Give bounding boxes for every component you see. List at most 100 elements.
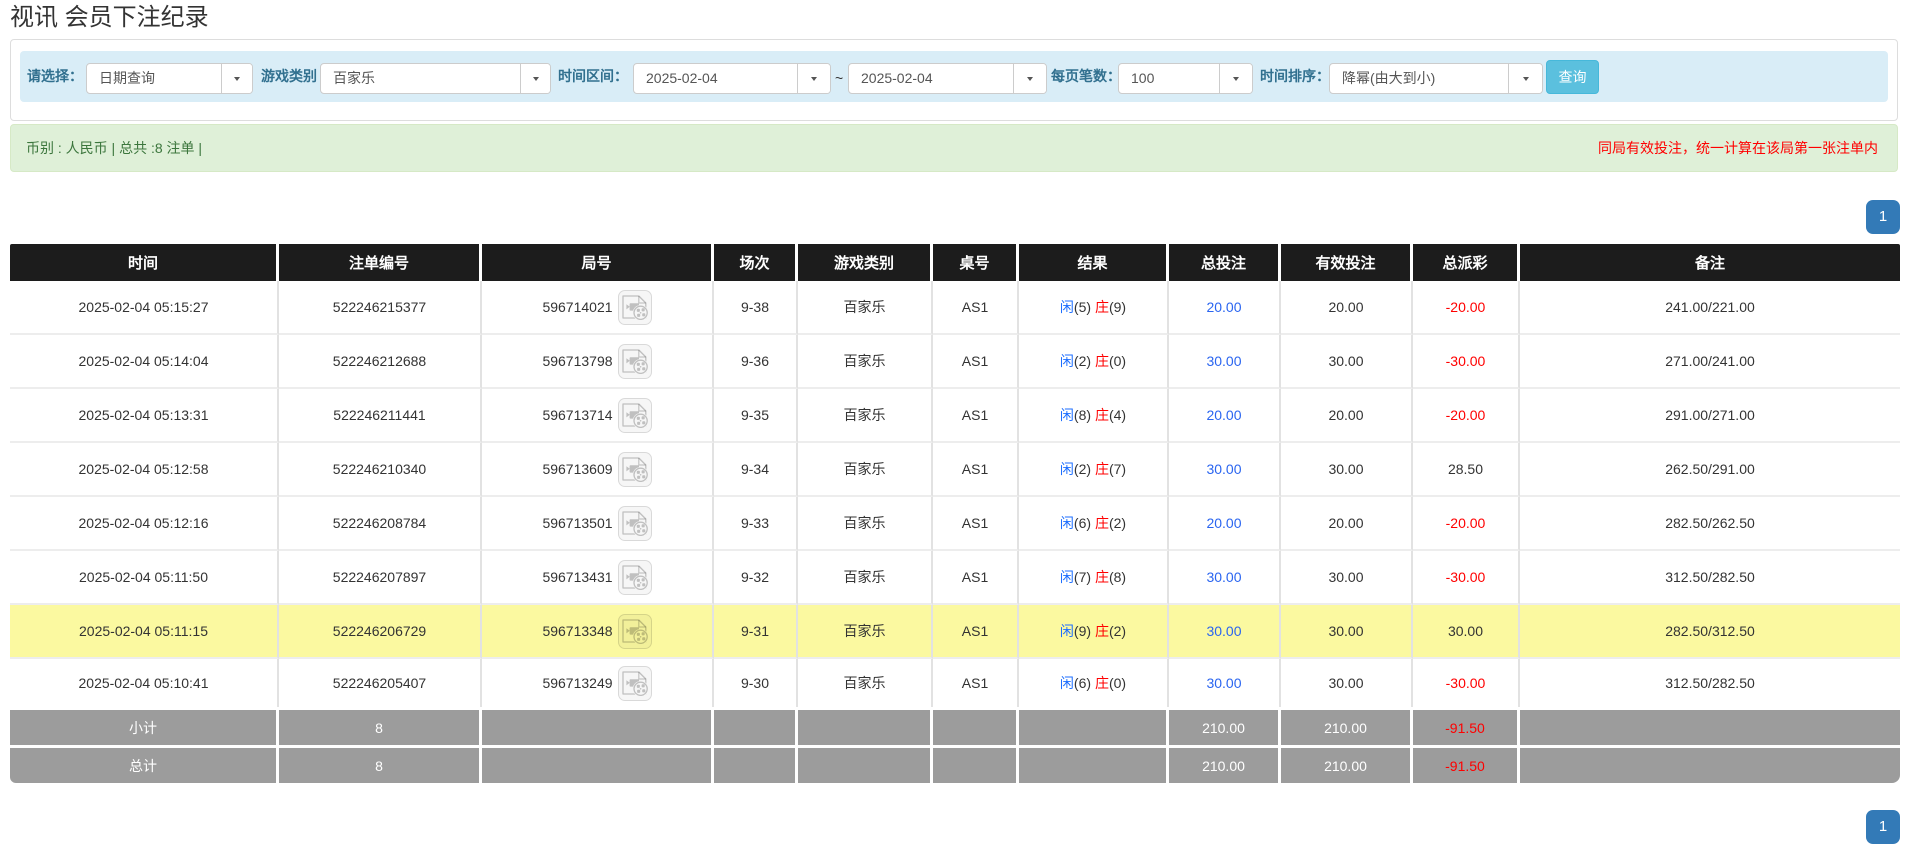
cell-remark: 262.50/291.00 [1520, 443, 1900, 497]
cell-table: AS1 [933, 443, 1019, 497]
footer-valid-bet: 210.00 [1281, 745, 1413, 783]
result-player: 闲 [1060, 515, 1074, 531]
video-file-icon [622, 511, 648, 536]
date-to-value: 2025-02-04 [849, 64, 1013, 93]
table-row: 2025-02-04 05:11:15 522246206729 5967133… [10, 605, 1900, 659]
cell-total-bet[interactable]: 30.00 [1169, 605, 1281, 659]
cell-total-bet[interactable]: 30.00 [1169, 443, 1281, 497]
round-id-value: 596713249 [542, 675, 612, 691]
cell-time: 2025-02-04 05:11:15 [10, 605, 279, 659]
round-id-value: 596713431 [542, 569, 612, 585]
game-type-combobox[interactable]: 百家乐 [320, 63, 551, 94]
cell-session: 9-34 [714, 443, 798, 497]
table-row: 2025-02-04 05:15:27 522246215377 5967140… [10, 281, 1900, 335]
cell-valid-bet: 30.00 [1281, 659, 1413, 707]
page-size-combobox[interactable]: 100 [1118, 63, 1253, 94]
cell-result: 闲(6) 庄(2) [1019, 497, 1169, 551]
video-file-icon [622, 457, 648, 482]
table-row: 2025-02-04 05:10:41 522246205407 5967132… [10, 659, 1900, 707]
cell-time: 2025-02-04 05:13:31 [10, 389, 279, 443]
cell-session: 9-36 [714, 335, 798, 389]
video-replay-button[interactable] [618, 344, 652, 379]
round-id-value: 596713501 [542, 515, 612, 531]
query-type-combobox[interactable]: 日期查询 [86, 63, 253, 94]
game-type-dropdown-button[interactable] [520, 64, 550, 93]
page-size-dropdown-button[interactable] [1219, 64, 1252, 93]
page-size-label: 每页笔数： [1051, 51, 1121, 102]
cell-result: 闲(7) 庄(8) [1019, 551, 1169, 605]
footer-empty-cell [798, 745, 933, 783]
time-sort-combobox[interactable]: 降幂(由大到小) [1329, 63, 1543, 94]
video-replay-button[interactable] [618, 666, 652, 701]
cell-valid-bet: 30.00 [1281, 443, 1413, 497]
cell-remark: 291.00/271.00 [1520, 389, 1900, 443]
cell-total-bet[interactable]: 30.00 [1169, 335, 1281, 389]
time-sort-dropdown-button[interactable] [1508, 64, 1542, 93]
video-file-icon [622, 671, 648, 696]
pagination-page-1-top[interactable]: 1 [1866, 200, 1900, 234]
footer-empty-cell [714, 745, 798, 783]
cell-game-type: 百家乐 [798, 497, 933, 551]
game-type-value: 百家乐 [321, 64, 520, 93]
cell-valid-bet: 20.00 [1281, 389, 1413, 443]
cell-result: 闲(9) 庄(2) [1019, 605, 1169, 659]
game-type-label: 游戏类别 [261, 51, 317, 102]
video-replay-button[interactable] [618, 452, 652, 487]
result-player-count: (2) [1074, 353, 1091, 369]
filter-bar: 请选择： 日期查询 游戏类别 百家乐 时间区间： 2025-02-04 ~ 20… [20, 51, 1888, 102]
cell-valid-bet: 30.00 [1281, 605, 1413, 659]
result-banker: 庄 [1095, 569, 1109, 585]
cell-session: 9-38 [714, 281, 798, 335]
query-type-dropdown-button[interactable] [221, 64, 252, 93]
col-game-type: 游戏类别 [798, 244, 933, 281]
summary-currency-count: 币别 : 人民币 | 总共 :8 注单 | [26, 125, 202, 171]
date-from-dropdown-button[interactable] [797, 64, 830, 93]
cell-total-bet[interactable]: 30.00 [1169, 659, 1281, 707]
video-replay-button[interactable] [618, 290, 652, 325]
cell-round-id: 596713501 [482, 497, 714, 551]
cell-session: 9-35 [714, 389, 798, 443]
footer-empty-cell [933, 707, 1019, 745]
caret-down-icon [234, 77, 240, 81]
result-player-count: (9) [1074, 623, 1091, 639]
video-file-icon [622, 619, 648, 644]
cell-remark: 312.50/282.50 [1520, 659, 1900, 707]
result-banker-count: (9) [1109, 299, 1126, 315]
round-id-value: 596713714 [542, 407, 612, 423]
cell-result: 闲(2) 庄(7) [1019, 443, 1169, 497]
cell-total-bet[interactable]: 20.00 [1169, 497, 1281, 551]
bet-records-table-wrap: 时间 注单编号 局号 场次 游戏类别 桌号 结果 总投注 有效投注 总派彩 备注… [10, 244, 1900, 783]
video-replay-button[interactable] [618, 614, 652, 649]
result-banker: 庄 [1095, 623, 1109, 639]
footer-empty-cell [482, 745, 714, 783]
date-to-dropdown-button[interactable] [1013, 64, 1046, 93]
video-replay-button[interactable] [618, 398, 652, 433]
footer-empty-cell [798, 707, 933, 745]
result-player: 闲 [1060, 407, 1074, 423]
cell-remark: 312.50/282.50 [1520, 551, 1900, 605]
page-title: 视讯 会员下注纪录 [10, 3, 209, 33]
cell-round-id: 596714021 [482, 281, 714, 335]
result-banker-count: (8) [1109, 569, 1126, 585]
video-replay-button[interactable] [618, 560, 652, 595]
table-row: 2025-02-04 05:14:04 522246212688 5967137… [10, 335, 1900, 389]
result-banker-count: (2) [1109, 515, 1126, 531]
search-button[interactable]: 查询 [1546, 60, 1599, 94]
date-to-picker[interactable]: 2025-02-04 [848, 63, 1047, 94]
caret-down-icon [811, 77, 817, 81]
result-player: 闲 [1060, 299, 1074, 315]
summary-note: 同局有效投注，统一计算在该局第一张注单内 [1598, 125, 1878, 171]
cell-total-bet[interactable]: 20.00 [1169, 389, 1281, 443]
footer-empty-cell [1019, 707, 1169, 745]
video-replay-button[interactable] [618, 506, 652, 541]
result-banker: 庄 [1095, 299, 1109, 315]
result-player: 闲 [1060, 461, 1074, 477]
cell-bet-id: 522246215377 [279, 281, 482, 335]
cell-game-type: 百家乐 [798, 659, 933, 707]
date-from-picker[interactable]: 2025-02-04 [633, 63, 831, 94]
pagination-page-1-bottom[interactable]: 1 [1866, 810, 1900, 844]
cell-total-bet[interactable]: 30.00 [1169, 551, 1281, 605]
cell-remark: 282.50/262.50 [1520, 497, 1900, 551]
caret-down-icon [533, 77, 539, 81]
cell-total-bet[interactable]: 20.00 [1169, 281, 1281, 335]
